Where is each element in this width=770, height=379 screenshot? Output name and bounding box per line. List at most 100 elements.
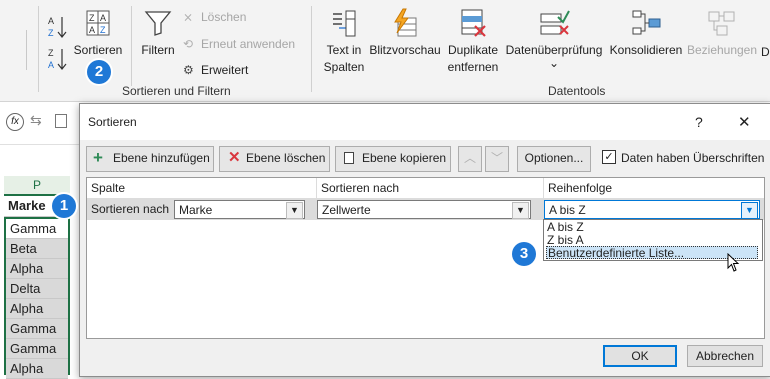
svg-text:Z: Z <box>48 48 54 58</box>
group-label-sort-filter: Sortieren und Filtern <box>122 84 231 98</box>
help-button[interactable]: ? <box>695 114 703 130</box>
move-down-button[interactable]: ﹀ <box>485 146 509 172</box>
sort-z-a-icon: Z A <box>48 48 67 70</box>
sheet-cell[interactable]: Alpha <box>6 299 68 319</box>
filter-button[interactable]: Filtern <box>138 8 178 62</box>
advanced-filter-label: Erweitert <box>201 63 249 77</box>
clear-filter-label: Löschen <box>201 10 247 24</box>
relationships-button[interactable]: Beziehungen <box>686 8 758 62</box>
ribbon-left-fragment <box>0 30 27 70</box>
step-badge-3: 3 <box>512 242 536 266</box>
sheet-cell[interactable]: Delta <box>6 279 68 299</box>
formula-icon: fx <box>6 113 24 131</box>
svg-text:Z: Z <box>48 28 54 38</box>
add-level-button[interactable]: + Ebene hinzufügen <box>86 146 214 172</box>
sheet-cell[interactable]: Beta <box>6 239 68 259</box>
flash-fill-button[interactable]: Blitzvorschau <box>369 8 441 62</box>
step-badge-2: 2 <box>87 60 111 84</box>
chevron-down-icon: ▼ <box>286 202 303 219</box>
step-badge-1: 1 <box>52 194 76 218</box>
chevron-down-icon: ▼ <box>741 202 758 219</box>
copy-icon <box>344 152 354 164</box>
relationships-icon <box>708 11 735 36</box>
filter-button-label: Filtern <box>141 43 175 57</box>
sort-button-label: Sortieren <box>73 43 123 57</box>
sheet-cell[interactable]: Gamma <box>6 219 68 239</box>
sort-button[interactable]: Z A A Z Sortieren <box>72 8 124 62</box>
sheet-cell[interactable]: Gamma <box>6 319 68 339</box>
remove-duplicates-label-1: Duplikate <box>447 43 499 57</box>
advanced-filter-icon: ⚙ <box>183 63 194 77</box>
delete-x-icon: ✕ <box>228 149 241 166</box>
reapply-button[interactable]: ⟲ Erneut anwenden <box>183 37 295 53</box>
has-headers-checkbox[interactable]: ✓ <box>602 150 616 164</box>
flash-fill-label: Blitzvorschau <box>369 43 441 57</box>
column-header-p[interactable]: P <box>4 176 70 196</box>
svg-text:Z: Z <box>89 13 95 23</box>
svg-text:A: A <box>48 60 54 70</box>
text-to-columns-button[interactable]: Text in Spalten <box>321 8 367 78</box>
delete-level-button[interactable]: ✕ Ebene löschen <box>219 146 330 172</box>
svg-text:A: A <box>89 25 95 35</box>
svg-text:A: A <box>100 13 106 23</box>
has-headers-label: Daten haben Überschriften <box>621 151 765 165</box>
column-select[interactable]: Marke ▼ <box>174 200 305 219</box>
cancel-button[interactable]: Abbrechen <box>687 345 763 367</box>
text-to-columns-label-2: Spalten <box>323 60 365 74</box>
sort-dialog: Sortieren ? ✕ + Ebene hinzufügen ✕ Ebene… <box>79 103 770 377</box>
clear-filter-icon: ⨯ <box>183 10 194 24</box>
sheet-range: Gamma Beta Alpha Delta Alpha Gamma Gamma… <box>4 217 70 379</box>
data-validation-label: Datenüberprüfung <box>505 43 603 57</box>
filter-link-icon: ⇆ <box>30 112 42 128</box>
ok-button[interactable]: OK <box>603 345 677 367</box>
reapply-icon: ⟲ <box>183 37 194 51</box>
sort-a-z-icon: A Z <box>48 16 67 38</box>
remove-duplicates-icon <box>461 9 486 37</box>
sort-on-select[interactable]: Zellwerte ▼ <box>317 200 531 219</box>
sort-ascending-button[interactable]: A Z <box>46 14 68 40</box>
copy-level-label: Ebene kopieren <box>362 151 447 165</box>
column-header-spalte: Spalte <box>87 178 317 198</box>
sheet-cell[interactable]: Alpha <box>6 259 68 279</box>
move-up-button[interactable]: ︿ <box>458 146 482 172</box>
close-icon[interactable]: ✕ <box>738 113 751 131</box>
text-to-columns-icon <box>333 10 356 37</box>
table-icon <box>55 114 67 128</box>
copy-level-button[interactable]: Ebene kopieren <box>335 146 451 172</box>
column-header-order: Reihenfolge <box>548 181 613 195</box>
order-select[interactable]: A bis Z ▼ <box>544 200 760 219</box>
mouse-pointer-icon <box>727 253 740 272</box>
sort-level-row[interactable]: Sortieren nach Marke ▼ Zellwerte ▼ A bis… <box>87 198 764 220</box>
remove-duplicates-button[interactable]: Duplikate entfernen <box>445 8 501 78</box>
data-validation-button[interactable]: Datenüberprüfung ⌄ <box>504 8 604 78</box>
consolidate-label: Konsolidieren <box>609 43 683 57</box>
svg-text:Z: Z <box>100 25 106 35</box>
row-label-sort-by: Sortieren nach <box>91 202 170 216</box>
clear-filter-button[interactable]: ⨯ Löschen <box>183 10 246 26</box>
data-validation-icon <box>540 10 570 35</box>
options-button[interactable]: Optionen... <box>517 146 591 172</box>
add-level-label: Ebene hinzufügen <box>113 151 210 165</box>
sort-descending-button[interactable]: Z A <box>46 46 68 72</box>
reapply-label: Erneut anwenden <box>201 37 296 51</box>
group-label-datatools: Datentools <box>548 84 606 98</box>
sheet-cell[interactable]: Alpha <box>6 359 68 379</box>
chevron-down-icon: ▼ <box>512 202 529 219</box>
advanced-filter-button[interactable]: ⚙ Erweitert <box>183 63 248 79</box>
sheet-cell[interactable]: Gamma <box>6 339 68 359</box>
ribbon-cut-item[interactable]: D <box>761 45 770 59</box>
sort-on-value: Zellwerte <box>322 203 371 217</box>
chevron-down-icon: ⌄ <box>548 56 560 70</box>
filter-funnel-icon <box>144 11 172 36</box>
consolidate-icon <box>632 10 661 35</box>
dialog-title: Sortieren <box>88 115 137 129</box>
text-to-columns-label-1: Text in <box>326 43 362 57</box>
consolidate-button[interactable]: Konsolidieren <box>608 8 684 62</box>
relationships-label: Beziehungen <box>686 43 758 57</box>
delete-level-label: Ebene löschen <box>246 151 326 165</box>
remove-duplicates-label-2: entfernen <box>447 60 499 74</box>
order-value: A bis Z <box>549 203 586 217</box>
sort-dialog-icon: Z A A Z <box>86 10 110 36</box>
dialog-titlebar: Sortieren ? ✕ <box>80 104 770 140</box>
chevron-up-icon: ︿ <box>463 151 476 165</box>
